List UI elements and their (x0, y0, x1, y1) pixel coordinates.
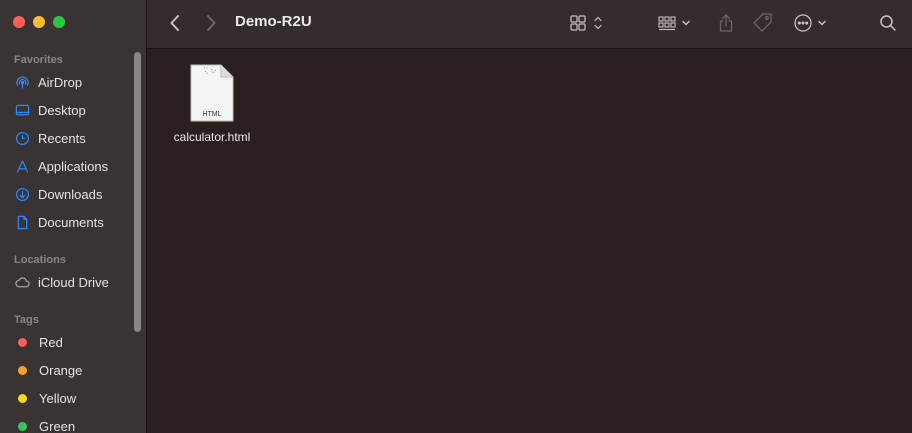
sidebar-item-label: Desktop (38, 102, 86, 118)
sidebar-item-icloud-drive[interactable]: iCloud Drive (14, 271, 132, 293)
search-icon (880, 15, 896, 31)
window-controls (13, 16, 65, 28)
tag-green[interactable]: Green (14, 415, 132, 433)
tags-heading: Tags (14, 314, 39, 326)
tag-red[interactable]: Red (14, 331, 132, 353)
sidebar-item-documents[interactable]: Documents (14, 211, 132, 233)
file-type-badge: HTML (202, 111, 222, 118)
back-button[interactable] (165, 11, 185, 35)
action-menu-button[interactable] (793, 11, 833, 35)
sidebar-item-applications[interactable]: Applications (14, 155, 132, 177)
file-item[interactable]: HTML calculator.html (167, 64, 257, 144)
chevron-right-icon (207, 15, 216, 31)
close-button[interactable] (13, 16, 25, 28)
sidebar-item-label: Downloads (38, 186, 103, 202)
applications-icon (14, 158, 30, 174)
html-file-icon: HTML (190, 64, 234, 122)
minimize-button[interactable] (33, 16, 45, 28)
chevron-left-icon (170, 15, 179, 31)
tag-dot-icon (18, 393, 27, 403)
sidebar-item-recents[interactable]: Recents (14, 127, 132, 149)
zoom-button[interactable] (53, 16, 65, 28)
tags-button[interactable] (751, 11, 775, 35)
ellipsis-circle-icon (794, 14, 826, 32)
tag-yellow[interactable]: Yellow (14, 387, 132, 409)
sidebar-item-label: Recents (38, 130, 86, 146)
tag-label: Green (39, 418, 76, 433)
tag-dot-icon (18, 365, 27, 375)
tag-label: Yellow (39, 390, 77, 406)
toolbar: Demo-R2U (147, 0, 912, 49)
share-button[interactable] (715, 11, 737, 35)
sidebar-item-airdrop[interactable]: AirDrop (14, 71, 132, 93)
document-icon (14, 214, 30, 230)
view-mode-button[interactable] (569, 11, 609, 35)
file-grid: HTML calculator.html (147, 50, 912, 433)
sidebar-item-label: Applications (38, 158, 109, 174)
group-grid-icon (658, 16, 690, 31)
cloud-icon (14, 274, 30, 290)
group-button[interactable] (657, 11, 697, 35)
favorites-heading: Favorites (14, 54, 63, 66)
tag-dot-icon (18, 337, 27, 347)
tag-dot-icon (18, 421, 27, 431)
sidebar-scrollbar[interactable] (134, 52, 141, 332)
icon-view-grid-icon (570, 15, 602, 31)
sidebar-item-label: iCloud Drive (38, 274, 109, 290)
sidebar-item-label: AirDrop (38, 74, 83, 90)
desktop-icon (14, 102, 30, 118)
tag-icon (753, 13, 772, 32)
tag-orange[interactable]: Orange (14, 359, 132, 381)
tag-label: Orange (39, 362, 83, 378)
clock-icon (14, 130, 30, 146)
sidebar: Favorites AirDrop Desktop Recents Applic… (0, 0, 147, 433)
search-button[interactable] (877, 11, 899, 35)
share-icon (719, 14, 733, 32)
forward-button[interactable] (201, 11, 221, 35)
file-name: calculator.html (173, 130, 251, 144)
airdrop-icon (14, 74, 30, 90)
tag-label: Red (39, 334, 63, 350)
download-icon (14, 186, 30, 202)
finder-window: Favorites AirDrop Desktop Recents Applic… (0, 0, 912, 433)
main-pane: Demo-R2U HTML calculator.html (147, 0, 912, 433)
window-title: Demo-R2U (235, 13, 312, 30)
locations-heading: Locations (14, 254, 66, 266)
sidebar-item-downloads[interactable]: Downloads (14, 183, 132, 205)
sidebar-item-label: Documents (38, 214, 104, 230)
sidebar-item-desktop[interactable]: Desktop (14, 99, 132, 121)
